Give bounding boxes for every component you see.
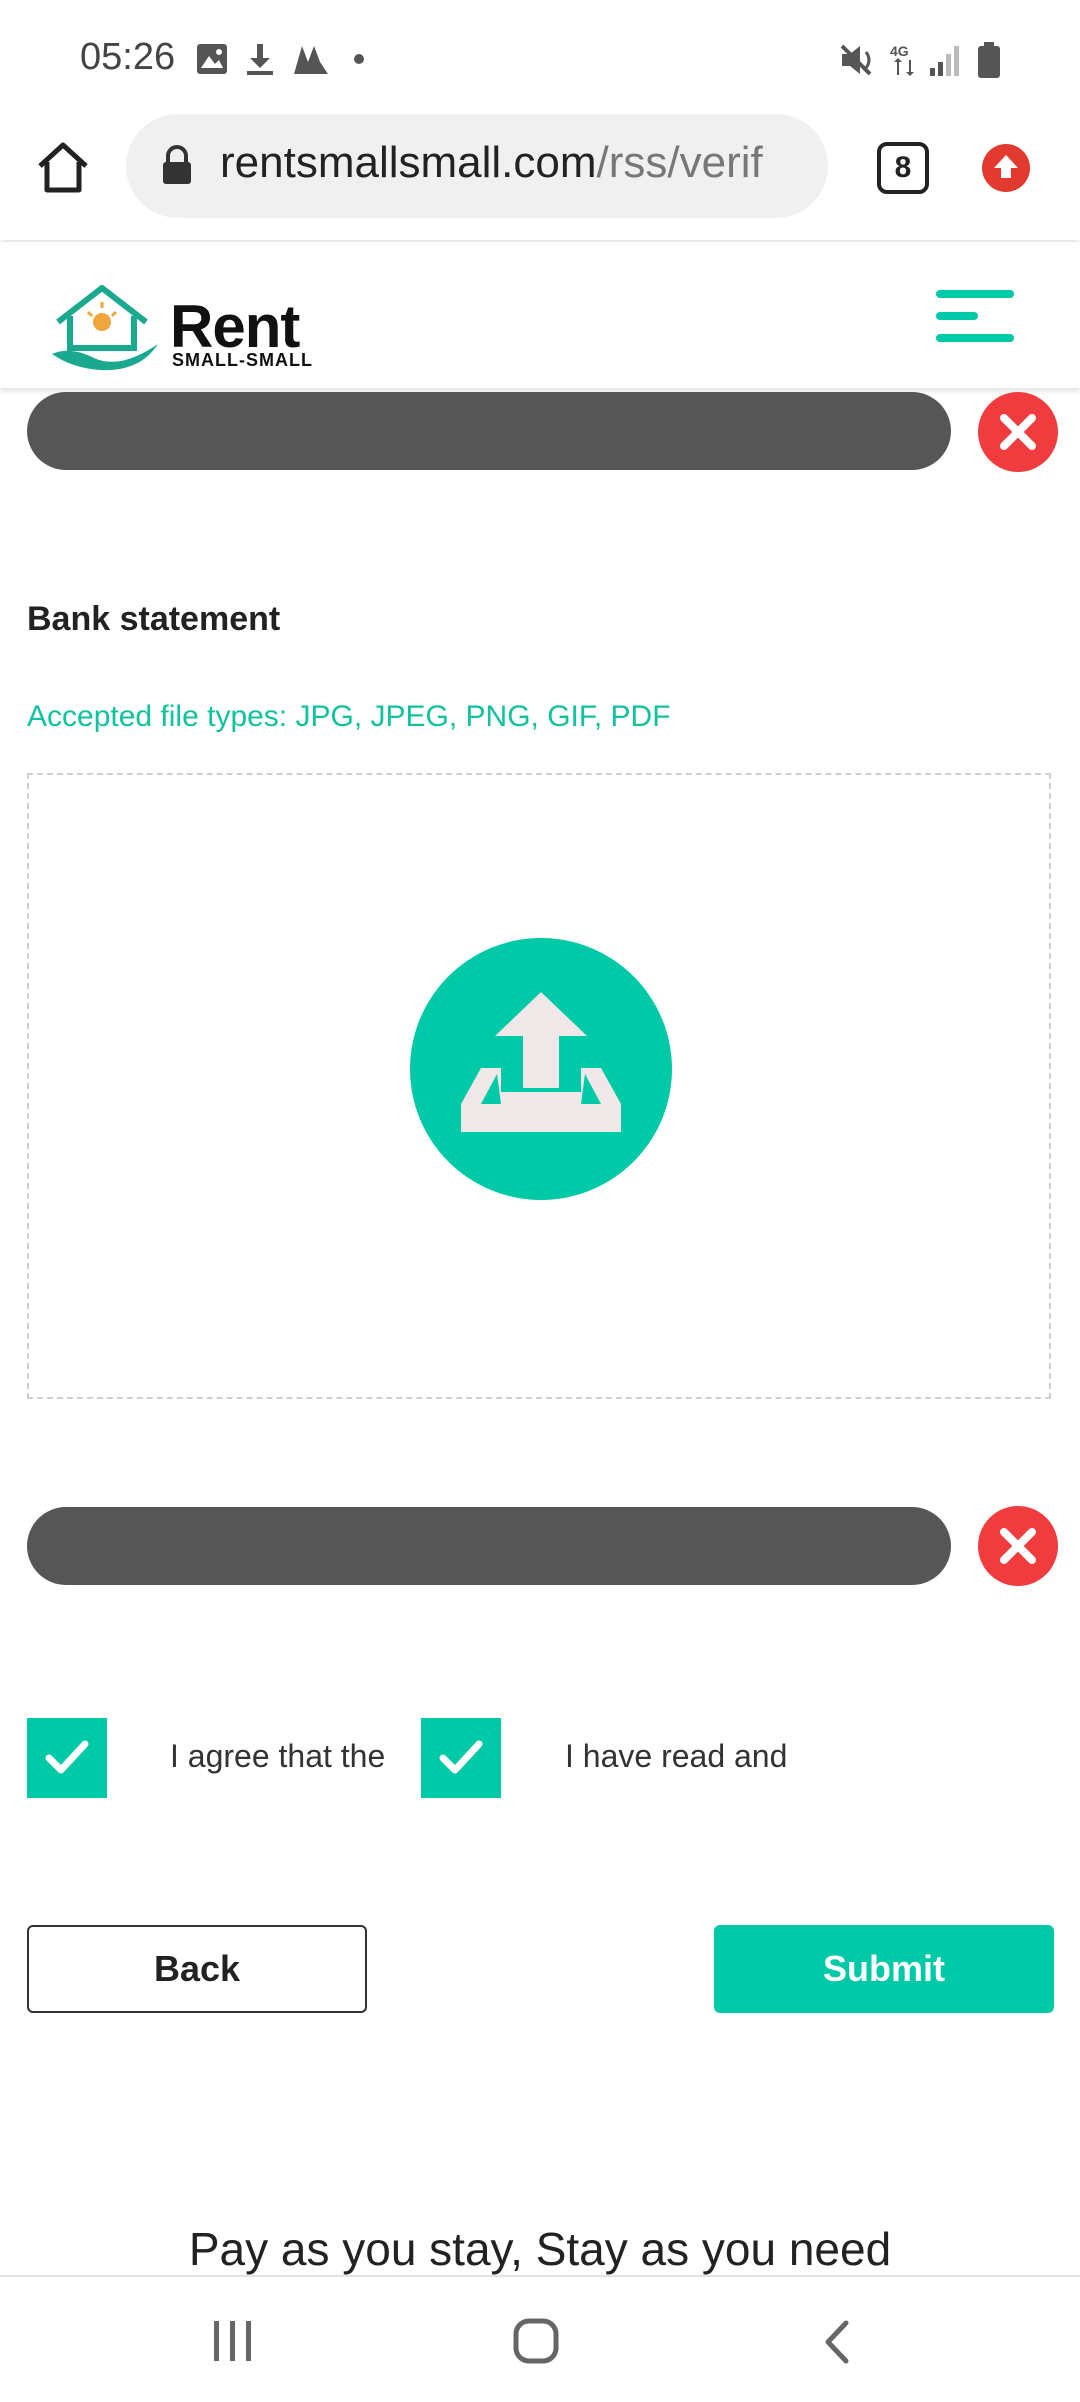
url-text[interactable]: rentsmallsmall.com/rss/verif xyxy=(220,138,810,188)
status-bar: 05:26 4G xyxy=(0,0,1080,110)
upload-icon xyxy=(461,992,621,1132)
url-path: /rss/verif xyxy=(596,138,763,187)
checkmark-icon xyxy=(439,1740,483,1774)
close-icon xyxy=(1000,1528,1036,1564)
status-time: 05:26 xyxy=(80,36,176,78)
battery-icon xyxy=(978,42,1000,78)
dot-icon xyxy=(354,54,364,64)
hamburger-line xyxy=(936,334,1014,342)
remove-file-button[interactable] xyxy=(978,392,1058,472)
mute-icon xyxy=(840,44,872,76)
arrow-up-icon xyxy=(994,155,1018,178)
close-icon xyxy=(1000,414,1036,450)
image-icon xyxy=(197,44,227,74)
browser-toolbar: rentsmallsmall.com/rss/verif 8 xyxy=(0,110,1080,240)
back-button[interactable]: Back xyxy=(27,1925,367,2013)
4g-icon: 4G xyxy=(890,43,914,76)
hamburger-line xyxy=(936,312,978,320)
submit-button[interactable]: Submit xyxy=(714,1925,1054,2013)
app-icon xyxy=(294,46,328,74)
url-host: rentsmallsmall.com xyxy=(220,138,597,187)
download-icon xyxy=(247,44,273,75)
lock-icon xyxy=(163,145,191,184)
read-checkbox[interactable] xyxy=(421,1718,501,1798)
footer-tagline: Pay as you stay, Stay as you need xyxy=(188,2223,892,2275)
remove-file-button[interactable] xyxy=(978,1506,1058,1586)
system-nav-bar xyxy=(0,2275,1080,2402)
checkmark-icon xyxy=(45,1740,89,1774)
tab-switcher-button[interactable]: 8 xyxy=(877,142,929,194)
read-checkbox-label: I have read and xyxy=(565,1738,788,1774)
upload-progress-bar xyxy=(27,392,951,470)
home-icon[interactable] xyxy=(36,140,90,194)
svg-text:4G: 4G xyxy=(890,43,909,59)
signal-icon xyxy=(930,46,959,76)
brand-subtitle: SMALL-SMALL xyxy=(172,350,313,370)
logo-icon[interactable] xyxy=(50,282,162,374)
home-nav-icon[interactable] xyxy=(512,2317,560,2365)
back-nav-icon[interactable] xyxy=(818,2319,858,2365)
bank-statement-label: Bank statement xyxy=(27,600,281,638)
upload-progress-bar xyxy=(27,1507,951,1585)
hamburger-menu-button[interactable] xyxy=(920,282,1030,352)
agree-checkbox[interactable] xyxy=(27,1718,107,1798)
update-button[interactable] xyxy=(982,144,1030,192)
upload-button[interactable] xyxy=(410,938,672,1200)
hamburger-line xyxy=(936,290,1014,298)
agree-checkbox-label: I agree that the xyxy=(170,1738,386,1774)
accepted-file-types: Accepted file types: JPG, JPEG, PNG, GIF… xyxy=(27,700,671,733)
recent-apps-icon[interactable] xyxy=(210,2319,256,2363)
site-header: Rent SMALL-SMALL xyxy=(0,242,1080,388)
